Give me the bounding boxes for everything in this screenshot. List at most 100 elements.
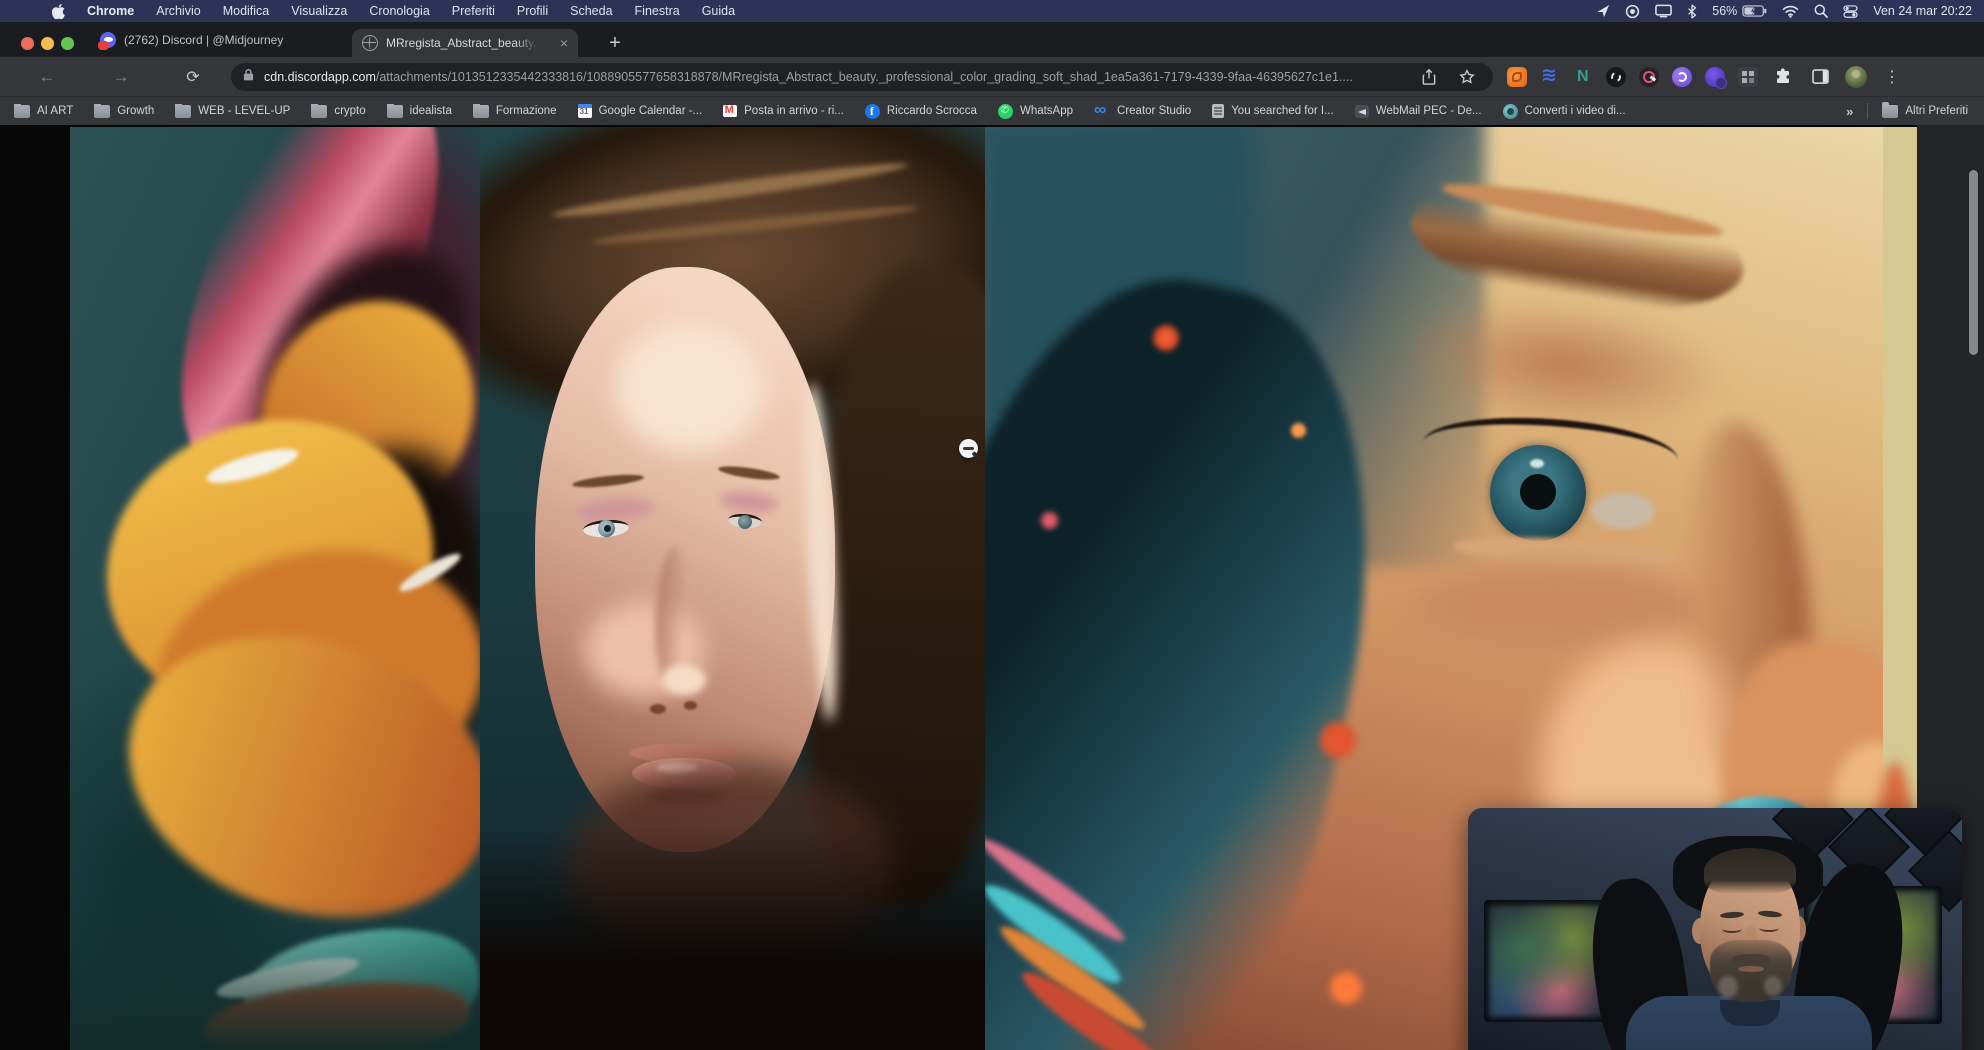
bookmark-item[interactable]: Creator Studio <box>1094 105 1191 118</box>
location-arrow-icon[interactable] <box>1596 4 1610 18</box>
bookmark-label: Growth <box>117 105 154 117</box>
tab-image-active[interactable]: MRregista_Abstract_beauty._ × <box>352 29 578 57</box>
extensions-row: ⋮ <box>1507 65 1914 89</box>
menu-item[interactable]: Modifica <box>223 4 270 18</box>
extensions-puzzle-icon[interactable] <box>1771 65 1795 89</box>
bookmark-item[interactable]: WebMail PEC - De... <box>1355 105 1482 118</box>
other-bookmarks-folder[interactable]: Altri Preferiti <box>1882 105 1968 118</box>
bluetooth-icon[interactable] <box>1687 4 1697 19</box>
extension-icon-orange[interactable] <box>1507 67 1527 87</box>
zoom-out-cursor <box>959 439 978 458</box>
menu-item[interactable]: Cronologia <box>369 4 429 18</box>
menu-bar-clock[interactable]: Ven 24 mar 20:22 <box>1873 4 1972 18</box>
extension-icon-grid[interactable] <box>1738 67 1758 87</box>
menu-item[interactable]: Finestra <box>635 4 680 18</box>
bookmark-item[interactable]: Formazione <box>473 105 557 118</box>
bookmark-item[interactable]: idealista <box>387 105 452 118</box>
bookmark-item[interactable]: WEB - LEVEL-UP <box>175 105 290 118</box>
battery-status[interactable]: 56% <box>1712 4 1767 18</box>
bookmark-label: Posta in arrivo - ri... <box>744 105 844 117</box>
battery-icon <box>1742 5 1767 17</box>
wifi-icon[interactable] <box>1782 5 1799 18</box>
bookmark-label: Riccardo Scrocca <box>887 105 977 117</box>
bookmark-item[interactable]: Riccardo Scrocca <box>865 104 977 119</box>
screen-record-icon[interactable] <box>1625 4 1640 19</box>
folder-icon <box>1882 105 1898 118</box>
tab-close-icon[interactable]: × <box>560 36 568 50</box>
bookmark-item[interactable]: crypto <box>311 105 365 118</box>
browser-toolbar: ← → ⟳ cdn.discordapp.com/attachments/101… <box>0 57 1984 96</box>
bookmark-favicon <box>94 105 110 118</box>
bookmark-favicon <box>578 104 592 118</box>
extension-icon-purple[interactable] <box>1705 67 1725 87</box>
bookmark-label: WhatsApp <box>1020 105 1073 117</box>
presenter-collar <box>1720 1000 1780 1026</box>
bookmark-label: AI ART <box>37 105 73 117</box>
bookmarks-overflow-icon[interactable]: » <box>1846 104 1853 119</box>
forward-icon[interactable]: → <box>107 63 135 91</box>
other-bookmarks-label: Altri Preferiti <box>1905 105 1968 117</box>
more-menu-icon[interactable]: ⋮ <box>1884 67 1900 87</box>
zoom-window-button[interactable] <box>61 37 74 50</box>
extension-icon-notion[interactable] <box>1573 67 1593 87</box>
control-center-icon[interactable] <box>1843 5 1858 18</box>
reload-icon[interactable]: ⟳ <box>179 63 207 91</box>
tab-title: (2762) Discord | @Midjourney <box>124 33 283 47</box>
extension-icon-key[interactable] <box>1639 67 1659 87</box>
bookmark-item[interactable]: You searched for I... <box>1212 104 1334 118</box>
extension-icon-round[interactable] <box>1606 67 1626 87</box>
presenter-hair <box>1704 848 1796 894</box>
presenter-face <box>1738 966 1764 972</box>
chrome-window: (2762) Discord | @Midjourney × MRregista… <box>0 22 1984 1050</box>
address-bar[interactable]: cdn.discordapp.com/attachments/101351233… <box>231 63 1493 91</box>
menu-item[interactable]: Archivio <box>156 4 200 18</box>
extension-icon-swirl[interactable] <box>1672 67 1692 87</box>
page-content: A TIRITIND <box>0 125 1984 1050</box>
tab-discord[interactable]: (2762) Discord | @Midjourney × <box>100 22 362 57</box>
back-icon[interactable]: ← <box>33 63 61 91</box>
menu-item-app-chrome[interactable]: Chrome <box>87 4 134 18</box>
profile-avatar[interactable] <box>1845 66 1867 88</box>
menu-item[interactable]: Profili <box>517 4 548 18</box>
globe-favicon <box>362 35 378 51</box>
display-mirroring-icon[interactable] <box>1655 4 1672 18</box>
bookmark-favicon <box>1503 104 1518 119</box>
bookmark-item[interactable]: Converti i video di... <box>1503 104 1626 119</box>
bookmark-favicon <box>998 104 1013 119</box>
macos-menu-bar: Chrome Archivio Modifica Visualizza Cronolo… <box>0 0 1984 22</box>
bookmark-favicon <box>14 105 30 118</box>
bookmark-item[interactable]: Growth <box>94 105 154 118</box>
minimize-window-button[interactable] <box>41 37 54 50</box>
bookmark-label: Google Calendar -... <box>599 105 703 117</box>
bookmarks-divider <box>1867 103 1868 119</box>
bookmark-item[interactable]: AI ART <box>14 105 73 118</box>
bookmark-item[interactable]: Posta in arrivo - ri... <box>723 105 844 117</box>
menu-item[interactable]: Visualizza <box>291 4 347 18</box>
bookmark-favicon <box>1212 104 1224 118</box>
bookmark-item[interactable]: Google Calendar -... <box>578 104 703 118</box>
bookmark-favicon <box>311 105 327 118</box>
menu-items: Archivio Modifica Visualizza Cronologia Pref… <box>156 4 735 18</box>
url-path: /attachments/1013512335442333816/1088905… <box>376 70 1353 84</box>
side-panel-icon[interactable] <box>1808 65 1832 89</box>
bookmark-favicon <box>1094 105 1110 118</box>
spotlight-search-icon[interactable] <box>1814 4 1828 18</box>
menu-item[interactable]: Preferiti <box>452 4 495 18</box>
menu-item[interactable]: Guida <box>702 4 735 18</box>
share-icon[interactable] <box>1417 65 1441 89</box>
bookmark-star-icon[interactable] <box>1455 65 1479 89</box>
battery-percent-label: 56% <box>1712 4 1737 18</box>
bookmark-favicon <box>175 105 191 118</box>
desktop: Chrome Archivio Modifica Visualizza Cronolo… <box>0 0 1984 1050</box>
apple-menu-icon[interactable] <box>52 4 65 19</box>
vertical-scrollbar[interactable] <box>1969 170 1978 355</box>
new-tab-button[interactable]: + <box>601 29 629 57</box>
bookmark-list: AI ART Growth WEB - LEVEL-UP crypto idealist… <box>0 104 1626 119</box>
menu-item[interactable]: Scheda <box>570 4 612 18</box>
bookmark-label: Formazione <box>496 105 557 117</box>
presenter-beard <box>1764 976 1782 996</box>
bookmark-item[interactable]: WhatsApp <box>998 104 1073 119</box>
extension-icon-waves[interactable] <box>1540 67 1560 87</box>
bookmark-favicon <box>723 105 737 117</box>
close-window-button[interactable] <box>21 37 34 50</box>
